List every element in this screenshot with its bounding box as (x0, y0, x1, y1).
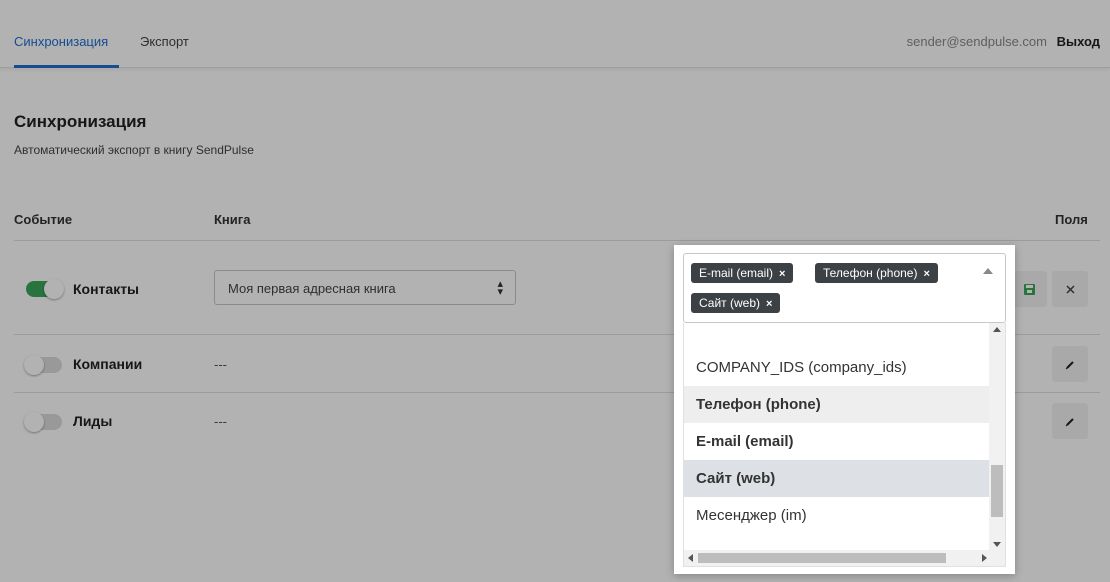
collapse-caret-icon[interactable] (983, 268, 993, 274)
tag-remove-icon[interactable]: × (779, 268, 785, 280)
horizontal-scrollbar[interactable] (684, 550, 1005, 566)
tag-phone: Телефон (phone) × (815, 263, 938, 283)
tag-remove-icon[interactable]: × (923, 268, 929, 280)
scroll-up-icon[interactable] (993, 327, 1001, 332)
fields-options-list: COMPANY_IDS (company_ids) Телефон (phone… (683, 323, 1006, 567)
option-im[interactable]: Месенджер (im) (684, 497, 991, 534)
scroll-left-icon[interactable] (688, 554, 693, 562)
scrollbar-thumb[interactable] (698, 553, 946, 563)
option-email[interactable]: E-mail (email) (684, 423, 991, 460)
tag-web: Сайт (web) × (691, 293, 781, 313)
option-phone[interactable]: Телефон (phone) (684, 386, 991, 423)
scroll-right-icon[interactable] (982, 554, 987, 562)
tag-email: E-mail (email) × (691, 263, 794, 283)
vertical-scrollbar[interactable] (989, 323, 1005, 551)
scrollbar-thumb[interactable] (991, 465, 1003, 517)
fields-dropdown: E-mail (email) × Телефон (phone) × Сайт (w… (674, 245, 1015, 574)
fields-multiselect[interactable]: E-mail (email) × Телефон (phone) × Сайт (w… (683, 253, 1006, 323)
scroll-down-icon[interactable] (993, 542, 1001, 547)
option-web[interactable]: Сайт (web) (684, 460, 991, 497)
option-company-ids[interactable]: COMPANY_IDS (company_ids) (684, 349, 991, 386)
tag-remove-icon[interactable]: × (766, 298, 772, 310)
